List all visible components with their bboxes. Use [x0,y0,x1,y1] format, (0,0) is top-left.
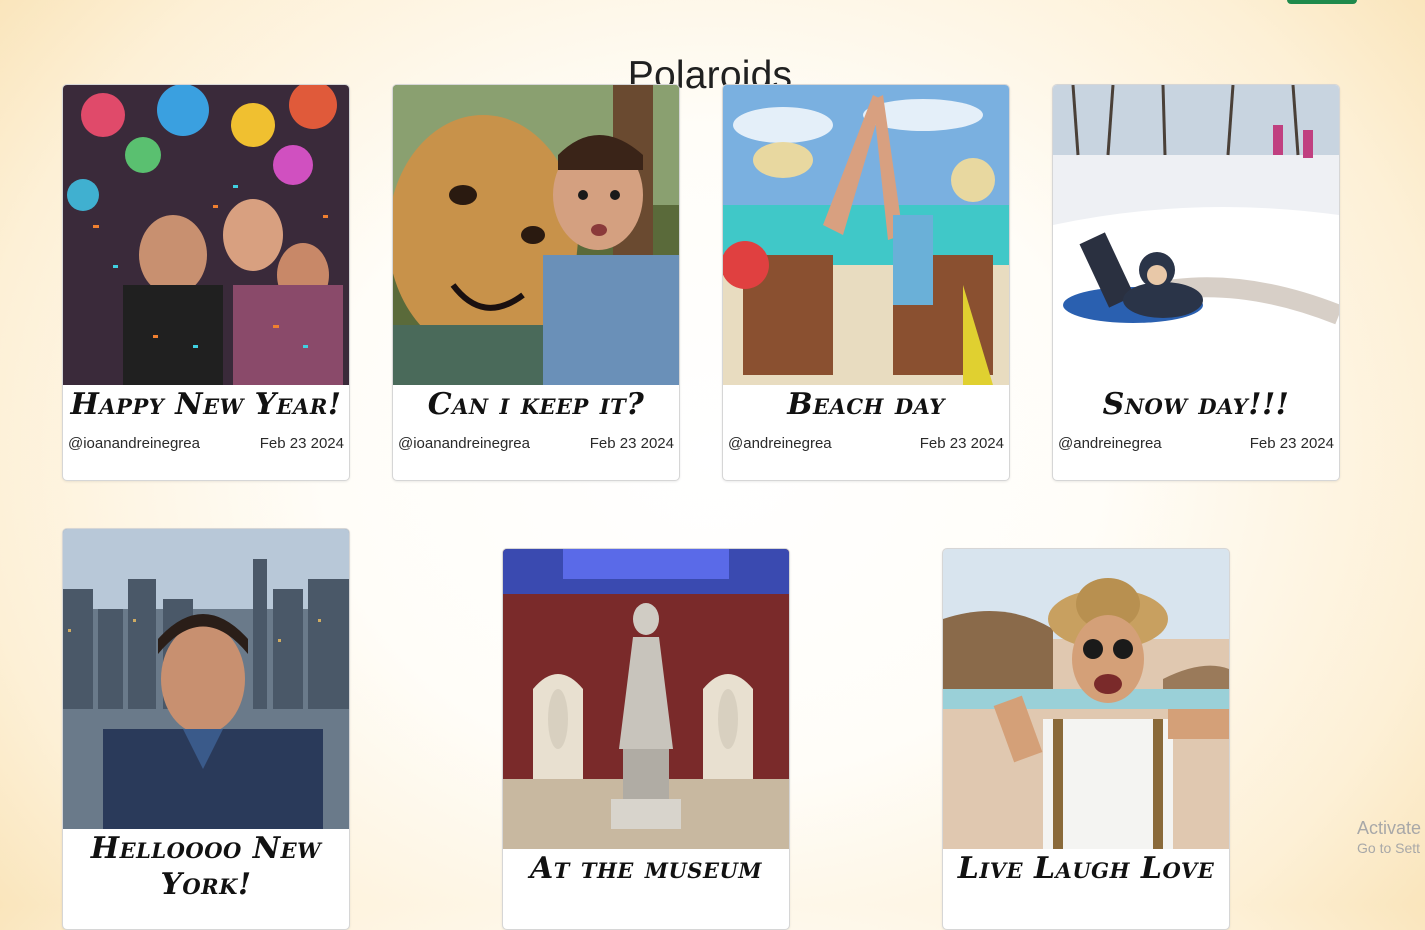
polaroid-username[interactable]: @ioanandreinegrea [398,435,530,452]
polaroid-card[interactable]: At the museum [502,548,790,930]
new-york-selfie-photo [63,529,349,829]
polaroid-photo[interactable] [393,85,679,385]
polaroid-card[interactable]: Helloooo New York! [62,528,350,930]
polaroid-caption: Can i keep it? [427,387,645,422]
activate-windows-watermark: Activate Go to Sett [1357,818,1421,856]
polaroid-caption: Happy New Year! [70,387,342,422]
party-photo [63,85,349,385]
polaroid-photo[interactable] [63,85,349,385]
polaroid-date: Feb 23 2024 [1249,435,1334,452]
polaroid-caption: At the museum [529,851,763,886]
polaroid-card[interactable]: Happy New Year! @ioanandreinegrea Feb 23… [62,84,350,481]
polaroid-date: Feb 23 2024 [589,435,674,452]
polaroid-card[interactable]: Beach day @andreinegrea Feb 23 2024 [722,84,1010,481]
polaroid-photo[interactable] [723,85,1009,385]
polaroid-caption: Helloooo New York! [90,831,322,902]
cheetah-selfie-photo [393,85,679,385]
polaroid-meta: @ioanandreinegrea Feb 23 2024 [393,423,679,452]
polaroid-username[interactable]: @ioanandreinegrea [68,435,200,452]
museum-photo [503,549,789,849]
polaroid-photo[interactable] [943,549,1229,849]
polaroid-photo[interactable] [63,529,349,829]
snow-photo [1053,85,1339,385]
polaroid-meta: @andreinegrea Feb 23 2024 [1053,423,1339,452]
polaroid-date: Feb 23 2024 [919,435,1004,452]
watermark-line-1: Activate [1357,818,1422,838]
polaroid-caption: Live Laugh Love [957,851,1215,886]
selfie-hat-photo [943,549,1229,849]
polaroid-caption: Beach day [787,387,945,422]
polaroid-card[interactable]: Live Laugh Love [942,548,1230,930]
polaroid-username[interactable]: @andreinegrea [728,435,832,452]
polaroid-username[interactable]: @andreinegrea [1058,435,1162,452]
watermark-line-2: Go to Sett [1357,839,1421,856]
polaroid-caption: Snow day!!! [1102,387,1290,422]
polaroid-photo[interactable] [1053,85,1339,385]
polaroid-date: Feb 23 2024 [259,435,344,452]
polaroid-meta: @andreinegrea Feb 23 2024 [723,423,1009,452]
polaroid-meta: @ioanandreinegrea Feb 23 2024 [63,423,349,452]
polaroid-card[interactable]: Can i keep it? @ioanandreinegrea Feb 23 … [392,84,680,481]
polaroid-card[interactable]: Snow day!!! @andreinegrea Feb 23 2024 [1052,84,1340,481]
beach-photo [723,85,1009,385]
top-action-button[interactable] [1287,0,1357,4]
polaroid-photo[interactable] [503,549,789,849]
